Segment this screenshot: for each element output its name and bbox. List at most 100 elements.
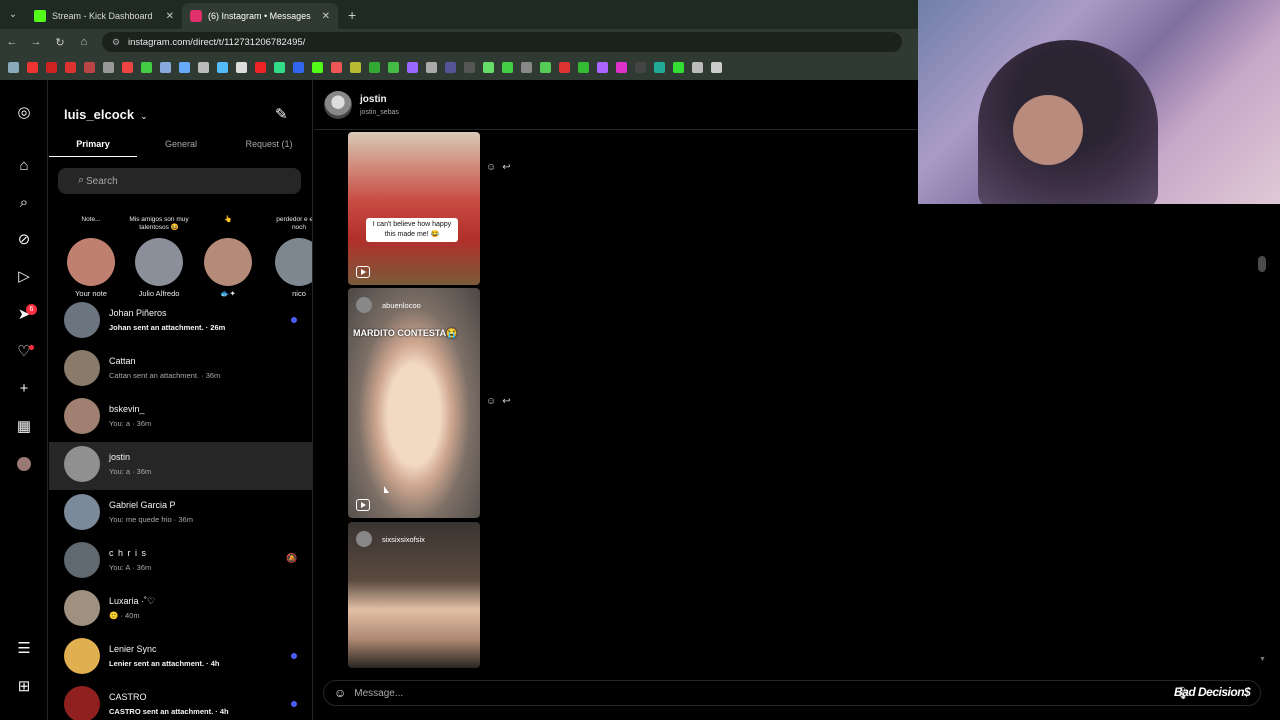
thread-item[interactable]: c h r i s You: A · 36m 🔕 (49, 538, 312, 586)
close-tab-icon[interactable]: ✕ (322, 11, 330, 22)
more-menu-icon[interactable]: ☰ (16, 641, 32, 657)
bookmark-icon[interactable] (388, 62, 399, 73)
browser-tab-kick[interactable]: Stream - Kick Dashboard ✕ (26, 3, 182, 29)
note-item[interactable]: Note... Your note (61, 210, 121, 298)
bookmark-icon[interactable] (445, 62, 456, 73)
react-icon[interactable]: ☺ (486, 162, 496, 173)
bookmark-icon[interactable] (654, 62, 665, 73)
bookmark-icon[interactable] (217, 62, 228, 73)
emoji-icon[interactable]: ☺ (334, 686, 346, 700)
note-item[interactable]: perdedor e esta noch nico (269, 210, 312, 298)
thread-item[interactable]: Lenier Sync Lenier sent an attachment. ·… (49, 634, 312, 682)
thread-item[interactable]: bskevin_ You: a · 36m (49, 394, 312, 442)
bookmark-icon[interactable] (350, 62, 361, 73)
react-icon[interactable]: ☺ (486, 396, 496, 407)
home-icon[interactable]: ⌂ (16, 158, 32, 174)
bookmark-icon[interactable] (502, 62, 513, 73)
explore-icon[interactable]: ⊘ (16, 232, 32, 248)
scrollbar-thumb[interactable] (1258, 256, 1266, 272)
bookmark-icon[interactable] (369, 62, 380, 73)
message-input[interactable]: ☺ Message... 🎙 (323, 680, 1261, 706)
avatar (275, 238, 312, 286)
bookmark-icon[interactable] (673, 62, 684, 73)
avatar (64, 542, 100, 578)
bookmark-icon[interactable] (559, 62, 570, 73)
thread-item-selected[interactable]: jostin You: a · 36m (49, 442, 312, 490)
site-info-icon[interactable]: ⚙ (112, 37, 122, 47)
bookmark-icon[interactable] (27, 62, 38, 73)
scroll-down-arrow-icon[interactable]: ▼ (1259, 656, 1266, 663)
reply-icon[interactable]: ↩ (502, 396, 510, 407)
account-switcher[interactable]: luis_elcock ⌄ (64, 107, 148, 122)
bookmark-icon[interactable] (141, 62, 152, 73)
bookmark-icon[interactable] (692, 62, 703, 73)
thread-item[interactable]: Johan Piñeros Johan sent an attachment. … (49, 298, 312, 346)
bookmark-icon[interactable] (160, 62, 171, 73)
search-input[interactable]: ⌕ Search (58, 168, 301, 194)
bookmark-icon[interactable] (46, 62, 57, 73)
profile-avatar[interactable] (17, 457, 31, 471)
instagram-logo-icon[interactable]: ◎ (16, 105, 32, 121)
bookmark-icon[interactable] (103, 62, 114, 73)
bookmark-icon[interactable] (84, 62, 95, 73)
bookmark-icon[interactable] (236, 62, 247, 73)
bookmark-icon[interactable] (331, 62, 342, 73)
bookmark-icon[interactable] (65, 62, 76, 73)
bookmark-icon[interactable] (597, 62, 608, 73)
reels-icon[interactable]: ▷ (16, 269, 32, 285)
address-bar[interactable]: ⚙ instagram.com/direct/t/112731206782495… (102, 32, 902, 52)
reply-icon[interactable]: ↩ (502, 162, 510, 173)
browser-tab-instagram[interactable]: (6) Instagram • Messages ✕ (182, 3, 338, 29)
bookmark-icon[interactable] (122, 62, 133, 73)
tab-list-button[interactable]: ⌄ (0, 0, 26, 29)
reload-icon[interactable]: ↻ (48, 36, 72, 49)
bookmark-icon[interactable] (711, 62, 722, 73)
bookmark-icon[interactable] (483, 62, 494, 73)
bookmark-icon[interactable] (464, 62, 475, 73)
webcam-overlay (918, 0, 1280, 204)
bookmark-icon[interactable] (540, 62, 551, 73)
bookmark-icon[interactable] (578, 62, 589, 73)
bookmark-icon[interactable] (426, 62, 437, 73)
bookmark-icon[interactable] (635, 62, 646, 73)
bookmark-icon[interactable] (179, 62, 190, 73)
note-item[interactable]: Mis amigos son muy talentosos 😆 Julio Al… (129, 210, 189, 298)
bookmark-icon[interactable] (616, 62, 627, 73)
thread-item[interactable]: Gabriel Garcia P You: me quede frio · 36… (49, 490, 312, 538)
notification-dot (29, 345, 34, 350)
apps-icon[interactable] (8, 62, 19, 73)
note-item[interactable]: 👆 🐟✦ (198, 210, 258, 298)
bookmark-icon[interactable] (521, 62, 532, 73)
shared-reel[interactable]: sixsixsixofsix (348, 522, 480, 668)
new-tab-icon[interactable]: + (348, 7, 356, 23)
new-message-icon[interactable]: ✎ (275, 105, 288, 123)
create-icon[interactable]: + (16, 381, 32, 397)
shared-reel[interactable]: abuenlocoo MARDITO CONTESTA😭 (348, 288, 480, 518)
tab-general[interactable]: General (137, 133, 225, 157)
bookmark-icon[interactable] (274, 62, 285, 73)
tab-primary[interactable]: Primary (49, 133, 137, 157)
thread-item[interactable]: CASTRO CASTRO sent an attachment. · 4h (49, 682, 312, 720)
back-icon[interactable]: ← (0, 36, 24, 48)
forward-icon[interactable]: → (24, 36, 48, 48)
home-icon[interactable]: ⌂ (72, 36, 96, 48)
thread-item[interactable]: Luxaria ·˚♡ 🙂 · 40m (49, 586, 312, 634)
bookmark-icon[interactable] (293, 62, 304, 73)
bookmark-icon[interactable] (198, 62, 209, 73)
bookmark-icon[interactable] (255, 62, 266, 73)
dashboard-icon[interactable]: ▦ (16, 419, 32, 435)
shared-reel[interactable]: I can't believe how happy this made me! … (348, 132, 480, 285)
close-tab-icon[interactable]: ✕ (166, 11, 174, 22)
thread-name: Lenier Sync (109, 644, 157, 654)
thread-item[interactable]: Cattan Cattan sent an attachment. · 36m (49, 346, 312, 394)
reel-headline: MARDITO CONTESTA😭 (353, 328, 458, 338)
search-icon[interactable]: ⌕ (16, 195, 32, 211)
bookmark-icon[interactable] (312, 62, 323, 73)
conversation-header[interactable]: jostin jostin_sebas (314, 80, 918, 130)
also-from-meta-icon[interactable]: ⊞ (16, 679, 32, 695)
thread-name: CASTRO (109, 692, 147, 702)
avatar[interactable] (324, 91, 352, 119)
tab-requests[interactable]: Request (1) (225, 133, 312, 157)
inbox-tabs: Primary General Request (1) (49, 133, 312, 157)
bookmark-icon[interactable] (407, 62, 418, 73)
